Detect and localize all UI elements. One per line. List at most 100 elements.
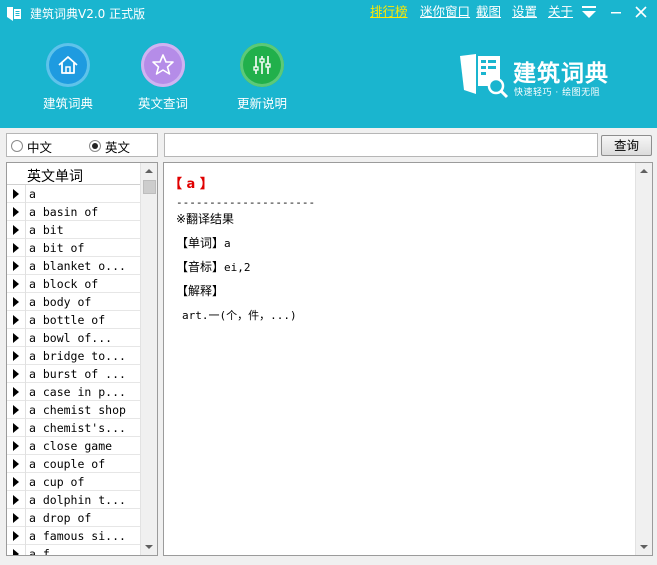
word-text: a couple of [29,457,106,471]
result-scroll-down-icon[interactable] [636,539,652,555]
word-text: a bottle of [29,313,106,327]
search-input[interactable] [164,133,598,157]
link-about[interactable]: 关于 [548,4,573,20]
word-text: a bowl of... [29,331,113,345]
word-text: a bit [29,223,64,237]
word-list-item[interactable]: a close game [7,437,141,455]
radio-english-indicator [89,140,101,152]
row-divider [25,509,26,527]
row-divider [25,491,26,509]
result-phonetic-row: 【音标】ei,2 [176,258,251,275]
result-scroll-up-icon[interactable] [636,163,652,179]
row-divider [25,437,26,455]
word-text: a bridge to... [29,349,126,363]
row-divider [25,203,26,221]
nav-dictionary-button[interactable]: 建筑词典 [30,43,106,113]
word-list-item[interactable]: a f [7,545,141,555]
link-ranking[interactable]: 排行榜 [370,4,408,20]
brand-logo-text: 建筑词典 [513,61,609,87]
result-heading: 【 a 】 [169,177,213,192]
row-arrow-icon [13,459,19,469]
explain-label: 【解释】 [176,284,225,298]
word-text: a famous si... [29,529,126,543]
word-list-item[interactable]: a burst of ... [7,365,141,383]
link-screenshot[interactable]: 截图 [476,4,501,20]
word-list-item[interactable]: a chemist shop [7,401,141,419]
word-list-header: 英文单词 [7,163,141,185]
word-list-item[interactable]: a [7,185,141,203]
row-divider [25,311,26,329]
nav-english-lookup-button[interactable]: 英文查词 [125,43,201,113]
row-arrow-icon [13,513,19,523]
row-arrow-icon [13,423,19,433]
minimize-icon[interactable] [606,3,626,21]
word-list: 英文单词 a a basin of a bit a bit of a blanket o… [6,162,158,556]
language-selector: 中文 英文 [6,133,158,157]
phonetic-label: 【音标】 [176,260,225,274]
scroll-up-icon[interactable] [141,163,157,179]
word-text: a block of [29,277,99,291]
row-divider [25,275,26,293]
result-pane: 【 a 】 --------------------- ※翻译结果 【单词】a … [163,162,653,556]
nav-english-lookup-label: 英文查词 [137,96,188,111]
word-list-item[interactable]: a couple of [7,455,141,473]
row-arrow-icon [13,297,19,307]
word-list-item[interactable]: a bit [7,221,141,239]
word-list-item[interactable]: a bit of [7,239,141,257]
result-scrollbar[interactable] [635,163,652,555]
row-arrow-icon [13,351,19,361]
link-settings[interactable]: 设置 [512,4,537,20]
nav-update-notes-button[interactable]: 更新说明 [224,43,300,113]
row-arrow-icon [13,549,19,555]
brand-logo-subtitle: 快速轻巧 · 绘图无阻 [514,88,601,98]
word-list-item[interactable]: a dolphin t... [7,491,141,509]
word-list-item[interactable]: a famous si... [7,527,141,545]
word-list-item[interactable]: a bowl of... [7,329,141,347]
result-divider: --------------------- [176,196,316,209]
word-list-item[interactable]: a body of [7,293,141,311]
word-list-scrollbar[interactable] [140,163,157,555]
word-list-item[interactable]: a bottle of [7,311,141,329]
radio-chinese[interactable]: 中文 [11,138,53,155]
row-arrow-icon [13,243,19,253]
home-icon [46,43,90,87]
word-text: a blanket o... [29,259,126,273]
word-list-item[interactable]: a block of [7,275,141,293]
radio-chinese-indicator [11,140,23,152]
row-divider [25,419,26,437]
result-title: ※翻译结果 [176,212,235,226]
word-list-item[interactable]: a cup of [7,473,141,491]
word-list-item[interactable]: a chemist's... [7,419,141,437]
word-list-item[interactable]: a bridge to... [7,347,141,365]
row-divider [25,383,26,401]
word-text: a chemist's... [29,421,126,435]
row-arrow-icon [13,333,19,343]
word-list-item[interactable]: a case in p... [7,383,141,401]
row-divider [25,455,26,473]
row-arrow-icon [13,315,19,325]
row-divider [25,347,26,365]
word-text: a basin of [29,205,99,219]
close-icon[interactable] [631,3,651,21]
scroll-thumb[interactable] [143,180,156,194]
word-list-item[interactable]: a blanket o... [7,257,141,275]
star-icon [141,43,185,87]
header-bar: 建筑词典V2.0 正式版 排行榜 迷你窗口 截图 设置 关于 建筑词典 英文查词… [0,0,657,128]
word-text: a close game [29,439,113,453]
scroll-down-icon[interactable] [141,539,157,555]
row-divider [25,185,26,203]
search-button[interactable]: 查询 [601,135,652,156]
radio-english[interactable]: 英文 [89,138,130,155]
word-list-item[interactable]: a basin of [7,203,141,221]
row-arrow-icon [13,279,19,289]
row-arrow-icon [13,405,19,415]
word-list-item[interactable]: a drop of [7,509,141,527]
app-title: 建筑词典V2.0 正式版 [30,7,146,21]
radio-chinese-label: 中文 [27,139,53,155]
dropdown-menu-icon[interactable] [579,3,599,21]
link-mini-window[interactable]: 迷你窗口 [420,4,470,20]
row-arrow-icon [13,531,19,541]
row-arrow-icon [13,189,19,199]
row-arrow-icon [13,387,19,397]
row-divider [25,527,26,545]
